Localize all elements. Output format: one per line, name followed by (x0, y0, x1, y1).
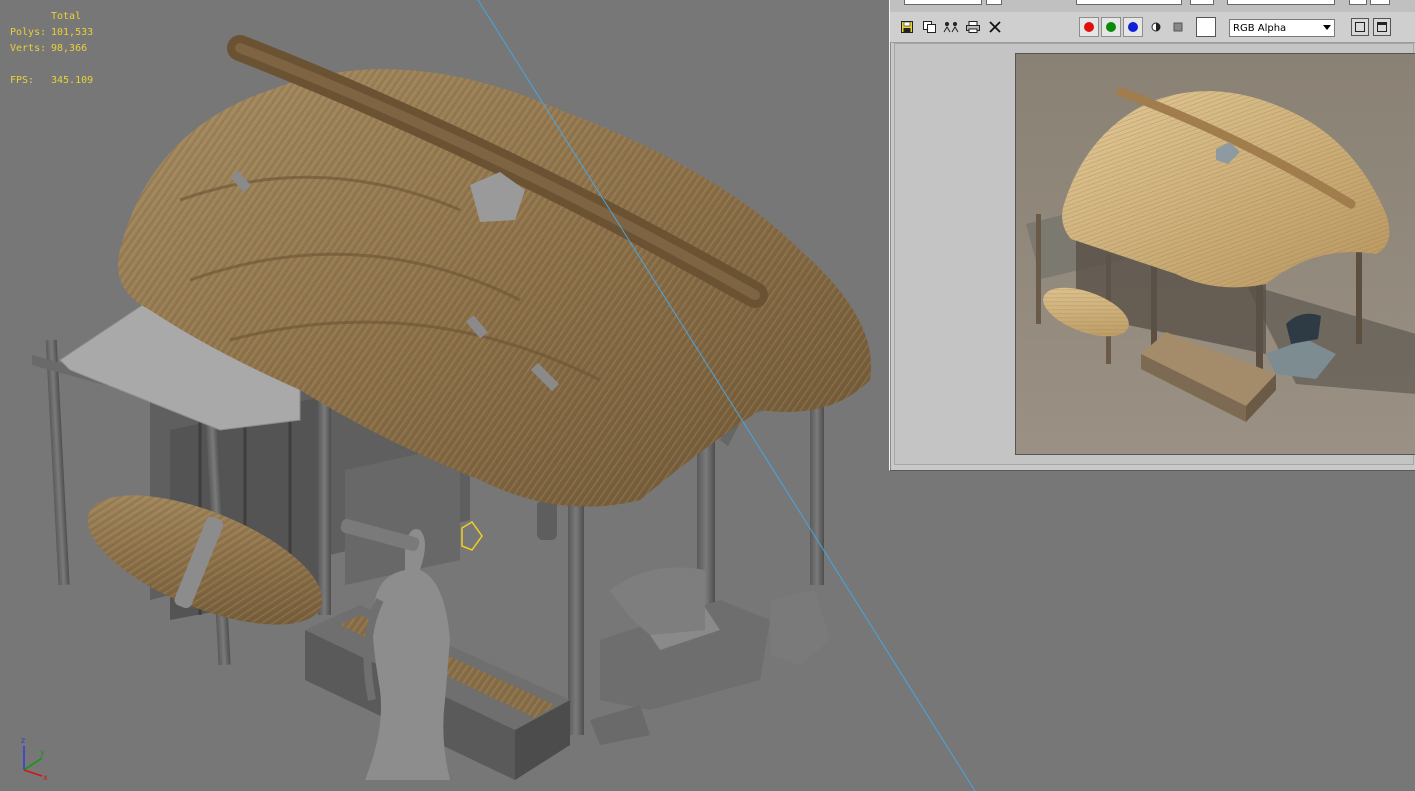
fps-value: 345.109 (51, 75, 94, 86)
rendered-frame-window[interactable]: RGB Alpha (889, 0, 1415, 471)
red-channel-button[interactable] (1079, 17, 1099, 37)
top-field[interactable] (1227, 0, 1335, 5)
axis-z-label: z (21, 736, 25, 745)
top-field[interactable] (1076, 0, 1182, 5)
rendered-image (1015, 53, 1415, 455)
chevron-down-icon (1323, 25, 1331, 30)
frame-window-top-strip (890, 0, 1415, 12)
axis-y-label: y (40, 748, 45, 757)
alpha-toggle-icon[interactable] (1169, 18, 1187, 36)
stats-header: Total (51, 11, 82, 22)
green-channel-button[interactable] (1101, 17, 1121, 37)
print-icon[interactable] (964, 18, 982, 36)
blue-channel-button[interactable] (1123, 17, 1143, 37)
top-field-button[interactable] (1349, 0, 1367, 5)
red-channel-icon (1084, 22, 1094, 32)
maximize-window-button[interactable] (1373, 18, 1391, 36)
light-gizmo-icon[interactable] (461, 521, 483, 551)
viewport-stats: Total Polys: 101,533 Verts: 98,366 FPS: … (0, 0, 93, 144)
color-swatch[interactable] (1196, 17, 1216, 37)
verts-label: Verts: (10, 43, 47, 54)
axis-x-label: x (43, 773, 48, 782)
clone-icon[interactable] (920, 18, 938, 36)
top-field-button[interactable] (986, 0, 1002, 5)
verts-value: 98,366 (51, 43, 88, 54)
channels-icon[interactable] (942, 18, 960, 36)
fps-label: FPS: (10, 75, 35, 86)
top-field-button[interactable] (1370, 0, 1390, 5)
save-icon[interactable] (898, 18, 916, 36)
clear-icon[interactable] (986, 18, 1004, 36)
green-channel-icon (1106, 22, 1116, 32)
channel-select-value: RGB Alpha (1233, 22, 1287, 34)
mono-toggle-icon[interactable] (1147, 18, 1165, 36)
frame-window-toolbar: RGB Alpha (890, 12, 1415, 43)
axis-gizmo: z y x (14, 734, 54, 782)
channel-display-select[interactable]: RGB Alpha (1229, 19, 1335, 37)
polys-value: 101,533 (51, 27, 94, 38)
polys-label: Polys: (10, 27, 47, 38)
lantern (537, 500, 557, 540)
top-field[interactable] (904, 0, 982, 5)
blue-channel-icon (1128, 22, 1138, 32)
restore-window-button[interactable] (1351, 18, 1369, 36)
top-field-button[interactable] (1190, 0, 1214, 5)
